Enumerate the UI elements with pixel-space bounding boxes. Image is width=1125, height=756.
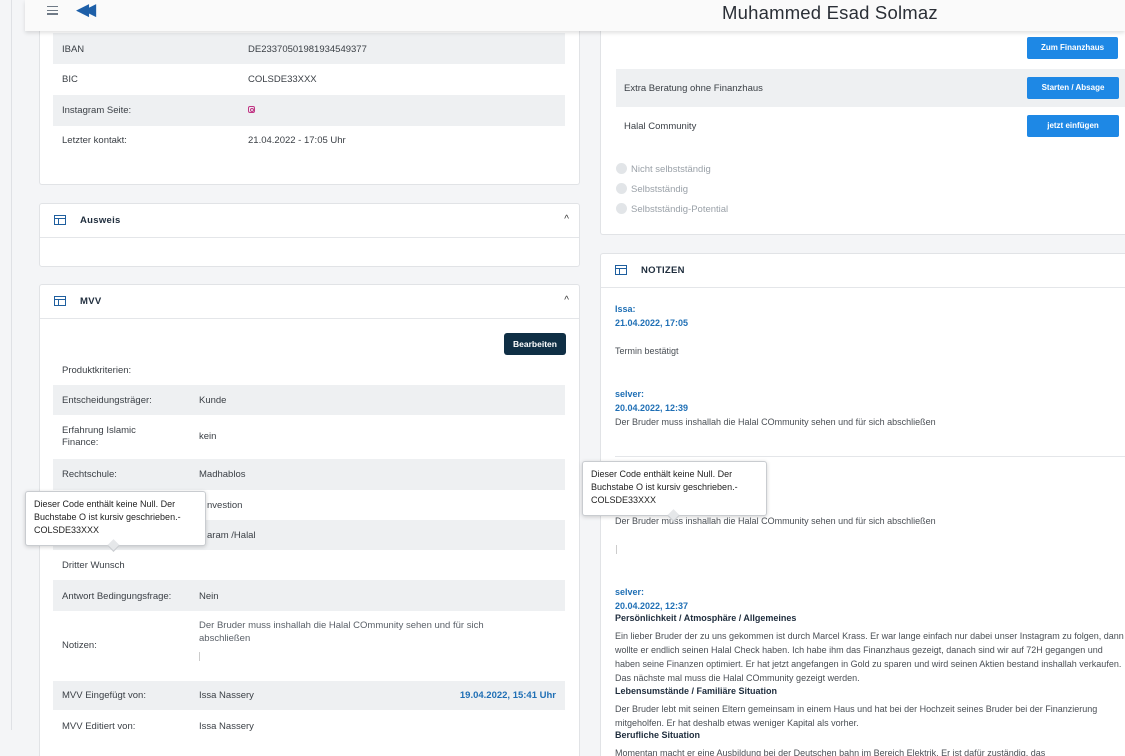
instagram-icon[interactable]	[248, 105, 255, 116]
bank-card: IBAN DE23370501981934549377 BIC COLSDE33…	[39, 10, 580, 185]
text-cursor	[616, 545, 617, 554]
note-text: Der Bruder muss inshallah die Halal COmm…	[615, 516, 936, 526]
note-author: Issa:	[615, 304, 636, 314]
last-contact-value: 21.04.2022 - 17:05 Uhr	[248, 135, 346, 146]
card-title: NOTIZEN	[641, 265, 685, 276]
iban-value: DE23370501981934549377	[248, 44, 367, 55]
start-absage-button[interactable]: Starten / Absage	[1027, 77, 1119, 99]
divider	[615, 456, 1125, 457]
note-paragraph: Der Bruder lebt mit seinen Eltern gemein…	[615, 704, 1098, 728]
bic-tooltip-right: Dieser Code enthält keine Null. Der Buch…	[582, 461, 767, 522]
table-icon	[54, 215, 66, 225]
note-author: selver:	[615, 389, 645, 399]
chevron-up-icon[interactable]: ^	[564, 214, 569, 225]
actions-card: Zum Finanzhaus Extra Beratung ohne Finan…	[600, 10, 1125, 235]
chevron-up-icon[interactable]: ^	[564, 295, 569, 306]
card-header[interactable]: Ausweis ^	[40, 204, 579, 238]
inserted-date: 19.04.2022, 15:41 Uhr	[459, 690, 556, 701]
join-community-button[interactable]: jetzt einfügen	[1027, 115, 1119, 137]
double-chevron-left-icon[interactable]: ◀◀	[76, 1, 96, 18]
table-row: Dritter Wunsch	[62, 560, 125, 571]
table-row: Antwort Bedingungsfrage: Nein	[53, 580, 565, 611]
note-heading: Lebensumstände / Familiäre Situation	[615, 686, 778, 696]
radio-selfemployed[interactable]: Selbstständig	[616, 183, 688, 195]
page-title: Muhammed Esad Solmaz	[722, 2, 938, 23]
ausweis-card: Ausweis ^	[39, 203, 580, 267]
note-date: 20.04.2022, 12:39	[615, 403, 689, 413]
edit-button[interactable]: Bearbeiten	[504, 333, 566, 355]
table-row: BIC COLSDE33XXX	[62, 74, 317, 85]
note-author: selver:	[615, 587, 645, 597]
bic-value[interactable]: COLSDE33XXX	[248, 74, 317, 85]
note-heading: Berufliche Situation	[615, 730, 701, 740]
menu-icon[interactable]	[47, 6, 58, 15]
table-icon	[615, 265, 627, 275]
note-text: Der Bruder muss inshallah die Halal COmm…	[615, 417, 936, 427]
table-row: Rechtschule: Madhablos	[53, 459, 565, 490]
table-row: Letzter kontakt: 21.04.2022 - 17:05 Uhr	[62, 135, 346, 146]
table-row: Erfahrung Islamic Finance: kein	[62, 425, 217, 448]
table-row: IBAN DE23370501981934549377	[53, 33, 565, 64]
note-heading: Persönlichkeit / Atmosphäre / Allgemeine…	[615, 613, 797, 623]
card-title: Ausweis	[80, 215, 121, 226]
table-row: MVV Editiert von: Issa Nassery	[62, 721, 254, 732]
table-row: Notizen: Der Bruder muss inshallah die H…	[53, 611, 565, 681]
table-row: Entscheidungsträger: Kunde	[53, 385, 565, 415]
note-paragraph: Momentan macht er eine Ausbildung bei de…	[615, 748, 1046, 756]
radio-selfemployed-potential[interactable]: Selbstständig-Potential	[616, 203, 728, 215]
card-header[interactable]: NOTIZEN	[601, 254, 1125, 288]
note-text: Termin bestätigt	[615, 346, 679, 356]
card-title: MVV	[80, 296, 102, 307]
note-date: 20.04.2022, 12:37	[615, 601, 689, 611]
table-row: Produktkriterien:	[62, 365, 132, 376]
card-header[interactable]: MVV ^	[40, 285, 579, 319]
note-paragraph: Ein lieber Bruder der zu uns gekommen is…	[615, 631, 1124, 683]
table-row: Halal Community jetzt einfügen	[616, 108, 1125, 144]
text-cursor	[199, 652, 200, 661]
left-rail	[0, 0, 25, 756]
table-row: MVV Eingefügt von: Issa Nassery 19.04.20…	[53, 681, 565, 710]
note-date: 21.04.2022, 17:05	[615, 318, 689, 328]
top-bar: ◀◀ Muhammed Esad Solmaz	[25, 0, 1125, 31]
table-icon	[54, 296, 66, 306]
bic-tooltip: Dieser Code enthält keine Null. Der Buch…	[25, 491, 206, 552]
table-row: Instagram Seite:	[53, 95, 565, 126]
finanzhaus-button[interactable]: Zum Finanzhaus	[1027, 37, 1118, 59]
table-row: Extra Beratung ohne Finanzhaus Starten /…	[616, 69, 1125, 107]
radio-not-selfemployed[interactable]: Nicht selbstständig	[616, 163, 711, 175]
